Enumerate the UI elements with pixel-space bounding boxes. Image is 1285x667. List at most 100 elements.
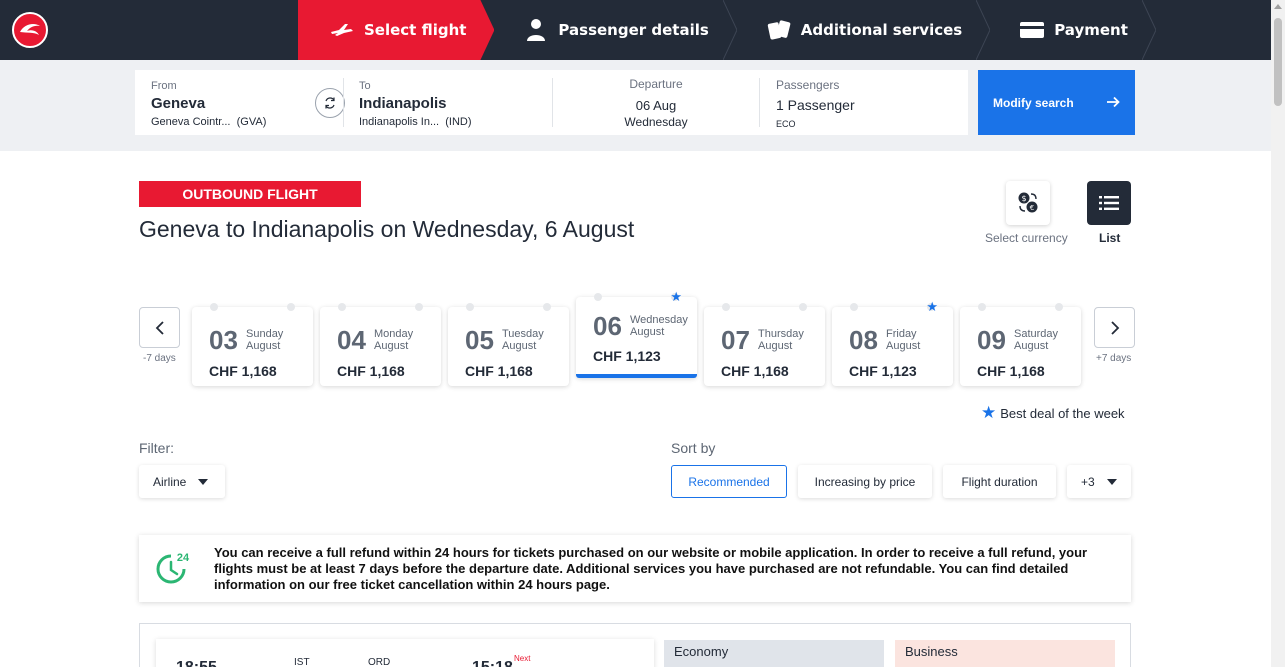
card-notch bbox=[1055, 303, 1063, 311]
step-label: Additional services bbox=[800, 21, 963, 39]
search-box: From Geneva Geneva Cointr... (GVA) To In… bbox=[135, 70, 968, 135]
list-view-label: List bbox=[1099, 231, 1121, 245]
top-navigation-bar: Select flight Passenger details Addition… bbox=[0, 0, 1271, 60]
date-weekday-month: Tuesday August bbox=[502, 328, 544, 352]
date-card-09[interactable]: 09 Saturday August CHF 1,168 bbox=[960, 303, 1081, 386]
economy-label: Economy bbox=[674, 644, 729, 659]
cabin-class: ECO bbox=[776, 119, 796, 129]
refund-24h-icon: 24 bbox=[156, 552, 190, 584]
step-select-flight[interactable]: Select flight bbox=[298, 0, 494, 60]
departure-day: Wednesday bbox=[624, 115, 688, 129]
step-separator bbox=[976, 0, 991, 60]
date-weekday-month: Thursday August bbox=[758, 328, 804, 352]
arrival-airport: ORD bbox=[368, 657, 391, 667]
date-day: 04 bbox=[337, 325, 366, 355]
select-currency-label: Select currency bbox=[985, 231, 1068, 245]
swap-button[interactable] bbox=[315, 88, 345, 118]
sort-label: Sort by bbox=[671, 440, 716, 456]
date-day: 09 bbox=[977, 325, 1006, 355]
date-card-08[interactable]: ★ 08 Friday August CHF 1,123 bbox=[832, 300, 953, 386]
list-view-button[interactable] bbox=[1087, 181, 1131, 225]
step-separator bbox=[1141, 0, 1156, 60]
previous-dates-button[interactable] bbox=[139, 307, 180, 348]
next-day-label: Next bbox=[514, 654, 531, 663]
scroll-up-arrow-icon[interactable] bbox=[1274, 4, 1282, 9]
date-weekday-month: Saturday August bbox=[1014, 328, 1059, 352]
date-card-06-selected[interactable]: ★ 06 Wednesday August CHF 1,123 bbox=[576, 290, 697, 378]
list-icon bbox=[1099, 196, 1119, 210]
step-additional-services[interactable]: Additional services bbox=[737, 0, 991, 60]
arrival-time: 15:18 bbox=[472, 659, 513, 667]
date-card-03[interactable]: 03 Sunday August CHF 1,168 bbox=[192, 303, 313, 386]
next-dates-button[interactable] bbox=[1094, 307, 1135, 348]
refund-notice-text: You can receive a full refund within 24 … bbox=[214, 545, 1088, 592]
cards-icon bbox=[767, 18, 791, 42]
departure-airport: IST bbox=[294, 657, 310, 667]
date-day: 03 bbox=[209, 325, 238, 355]
divider bbox=[759, 78, 760, 127]
economy-class-column[interactable]: Economy bbox=[664, 640, 884, 667]
modify-search-label: Modify search bbox=[993, 95, 1074, 110]
date-day: 07 bbox=[721, 325, 750, 355]
departure-time: 18:55 bbox=[176, 659, 217, 667]
search-summary: From Geneva Geneva Cointr... (GVA) To In… bbox=[0, 60, 1271, 151]
passengers-value: 1 Passenger bbox=[776, 97, 855, 113]
filter-label: Filter: bbox=[139, 440, 174, 456]
to-city: Indianapolis bbox=[359, 95, 447, 112]
plane-icon bbox=[330, 18, 354, 42]
step-passenger-details[interactable]: Passenger details bbox=[494, 0, 737, 60]
date-price: CHF 1,123 bbox=[593, 348, 661, 364]
to-field[interactable]: To Indianapolis Indianapolis In... (IND) bbox=[359, 70, 549, 135]
date-day: 06 bbox=[593, 311, 622, 341]
date-weekday-month: Sunday August bbox=[246, 328, 284, 352]
sort-more-label: +3 bbox=[1081, 474, 1095, 489]
chevron-right-icon bbox=[1110, 320, 1119, 335]
caret-down-icon bbox=[198, 478, 209, 485]
departure-field[interactable]: Departure 06 Aug Wednesday bbox=[553, 70, 759, 135]
date-card-04[interactable]: 04 Monday August CHF 1,168 bbox=[320, 303, 441, 386]
person-icon bbox=[524, 18, 548, 42]
from-field[interactable]: From Geneva Geneva Cointr... (GVA) bbox=[151, 70, 311, 135]
modify-search-button[interactable]: Modify search bbox=[978, 70, 1135, 135]
date-day: 08 bbox=[849, 325, 878, 355]
currency-exchange-icon: $ € bbox=[1018, 192, 1038, 213]
next-dates-label: +7 days bbox=[1096, 353, 1132, 364]
refund-24h-text: 24 bbox=[177, 552, 190, 564]
scrollbar-thumb[interactable] bbox=[1274, 18, 1282, 106]
caret-down-icon bbox=[1106, 478, 1117, 485]
best-deal-legend: ★ Best deal of the week bbox=[981, 403, 1125, 423]
airline-filter-label: Airline bbox=[153, 474, 187, 489]
date-weekday-month: Monday August bbox=[374, 328, 414, 352]
card-notch bbox=[850, 303, 858, 311]
card-notch bbox=[287, 303, 295, 311]
card-notch bbox=[210, 303, 218, 311]
booking-steps: Select flight Passenger details Addition… bbox=[298, 0, 1156, 60]
best-deal-label: Best deal of the week bbox=[1000, 405, 1125, 421]
flight-result-card[interactable]: 18:55 IST ORD 15:18 Next bbox=[156, 639, 654, 667]
best-deal-star-icon: ★ bbox=[926, 300, 938, 315]
bird-logo-icon bbox=[20, 24, 40, 35]
airline-filter-dropdown[interactable]: Airline bbox=[139, 465, 225, 498]
departure-date: 06 Aug bbox=[635, 98, 677, 113]
turkish-airlines-logo[interactable] bbox=[12, 12, 48, 48]
to-airport: Indianapolis In... (IND) bbox=[359, 116, 472, 128]
date-card-07[interactable]: 07 Thursday August CHF 1,168 bbox=[704, 303, 825, 386]
step-separator bbox=[722, 0, 737, 60]
step-label: Passenger details bbox=[558, 21, 709, 39]
date-price: CHF 1,168 bbox=[209, 363, 277, 379]
passengers-field[interactable]: Passengers 1 Passenger ECO bbox=[776, 70, 956, 135]
page-scrollbar[interactable] bbox=[1271, 0, 1285, 667]
date-card-05[interactable]: 05 Tuesday August CHF 1,168 bbox=[448, 303, 569, 386]
divider bbox=[343, 78, 344, 127]
previous-dates-label: -7 days bbox=[143, 353, 176, 364]
step-payment[interactable]: Payment bbox=[990, 0, 1156, 60]
date-weekday-month: Friday August bbox=[886, 328, 921, 352]
sort-recommended-button[interactable]: Recommended bbox=[671, 465, 787, 498]
sort-more-dropdown[interactable]: +3 bbox=[1067, 465, 1131, 498]
business-class-column[interactable]: Business bbox=[895, 640, 1115, 667]
sort-price-button[interactable]: Increasing by price bbox=[798, 465, 932, 498]
sort-duration-button[interactable]: Flight duration bbox=[943, 465, 1056, 498]
card-notch bbox=[543, 303, 551, 311]
select-currency-button[interactable]: $ € bbox=[1006, 181, 1050, 225]
step-label: Select flight bbox=[364, 21, 467, 39]
